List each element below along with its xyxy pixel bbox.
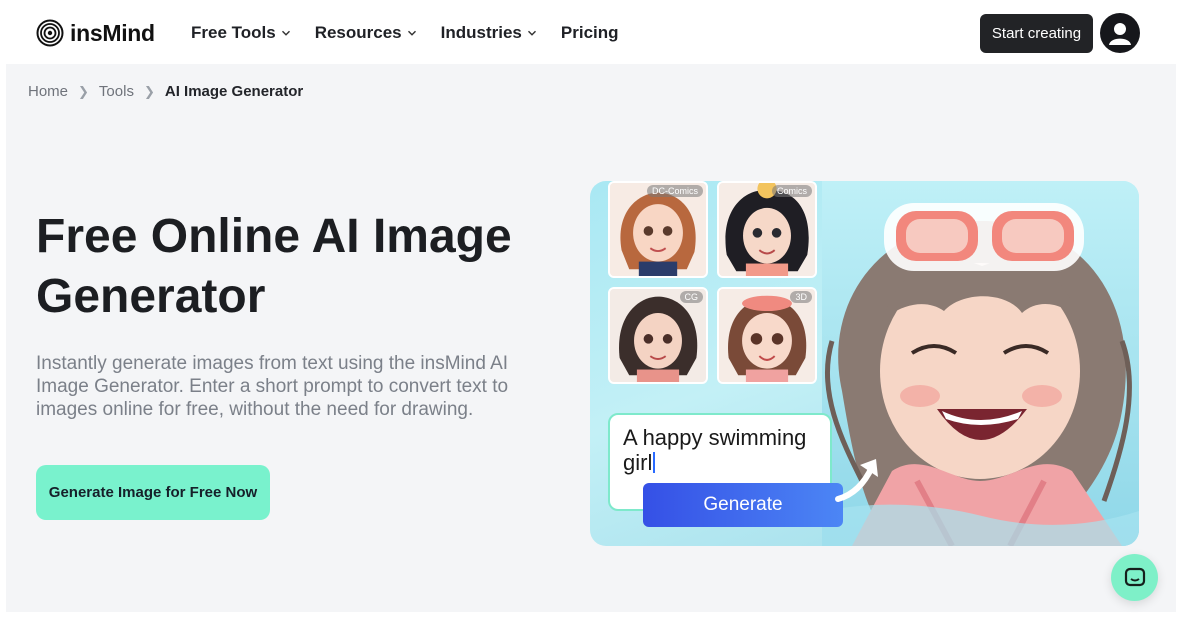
- breadcrumb-tools[interactable]: Tools: [99, 83, 134, 100]
- hero-description: Instantly generate images from text usin…: [36, 353, 509, 420]
- generate-free-button[interactable]: Generate Image for Free Now: [36, 465, 270, 520]
- brand-name: insMind: [70, 19, 155, 46]
- chevron-down-icon: [281, 30, 290, 36]
- nav-item-pricing[interactable]: Pricing: [561, 23, 619, 43]
- breadcrumb: Home ❯ Tools ❯ AI Image Generator: [28, 83, 303, 100]
- style-badge: 3D: [790, 291, 812, 303]
- start-creating-button[interactable]: Start creating: [980, 14, 1093, 53]
- main-nav: Free Tools Resources Industries Pricing: [191, 20, 643, 46]
- style-thumbnail-cg[interactable]: CG: [608, 287, 708, 384]
- prompt-text: A happy swimming girl: [623, 425, 807, 475]
- style-badge: Comics: [771, 185, 812, 197]
- style-thumbnail-dc-comics[interactable]: DC-Comics: [608, 181, 708, 278]
- chevron-right-icon: ❯: [78, 83, 89, 99]
- chat-icon: [1124, 567, 1145, 586]
- nav-item-free-tools[interactable]: Free Tools: [191, 23, 291, 43]
- logo-mark-icon: [36, 19, 64, 47]
- user-icon: [1109, 23, 1131, 45]
- nav-item-label: Resources: [314, 23, 402, 42]
- chat-support-button[interactable]: [1111, 554, 1158, 601]
- showcase-illustration: DC-Comics Comics CG 3D A happy swimming …: [590, 181, 1139, 546]
- chevron-down-icon: [407, 30, 416, 36]
- style-thumbnail-3d[interactable]: 3D: [717, 287, 817, 384]
- text-caret: [653, 452, 656, 473]
- nav-item-label: Industries: [440, 23, 522, 42]
- breadcrumb-current: AI Image Generator: [164, 83, 304, 100]
- nav-item-industries[interactable]: Industries: [441, 23, 537, 43]
- style-badge: CG: [679, 291, 703, 303]
- page-title: Free Online AI Image Generator: [36, 210, 512, 323]
- generate-button[interactable]: Generate: [643, 483, 843, 527]
- chevron-right-icon: ❯: [143, 83, 155, 99]
- brand-logo[interactable]: insMind: [36, 17, 155, 49]
- breadcrumb-home[interactable]: Home: [28, 83, 68, 100]
- style-thumbnail-comics[interactable]: Comics: [717, 181, 817, 278]
- nav-item-label: Free Tools: [191, 23, 276, 42]
- user-avatar[interactable]: [1100, 13, 1140, 53]
- style-badge: DC-Comics: [647, 185, 703, 197]
- chevron-down-icon: [527, 30, 536, 36]
- arrow-icon: [835, 459, 878, 502]
- nav-item-label: Pricing: [560, 23, 619, 42]
- hero-section: Home ❯ Tools ❯ AI Image Generator Free O…: [6, 64, 1176, 612]
- nav-item-resources[interactable]: Resources: [315, 23, 417, 43]
- top-navigation-bar: insMind Free Tools Resources Industries …: [0, 0, 1180, 64]
